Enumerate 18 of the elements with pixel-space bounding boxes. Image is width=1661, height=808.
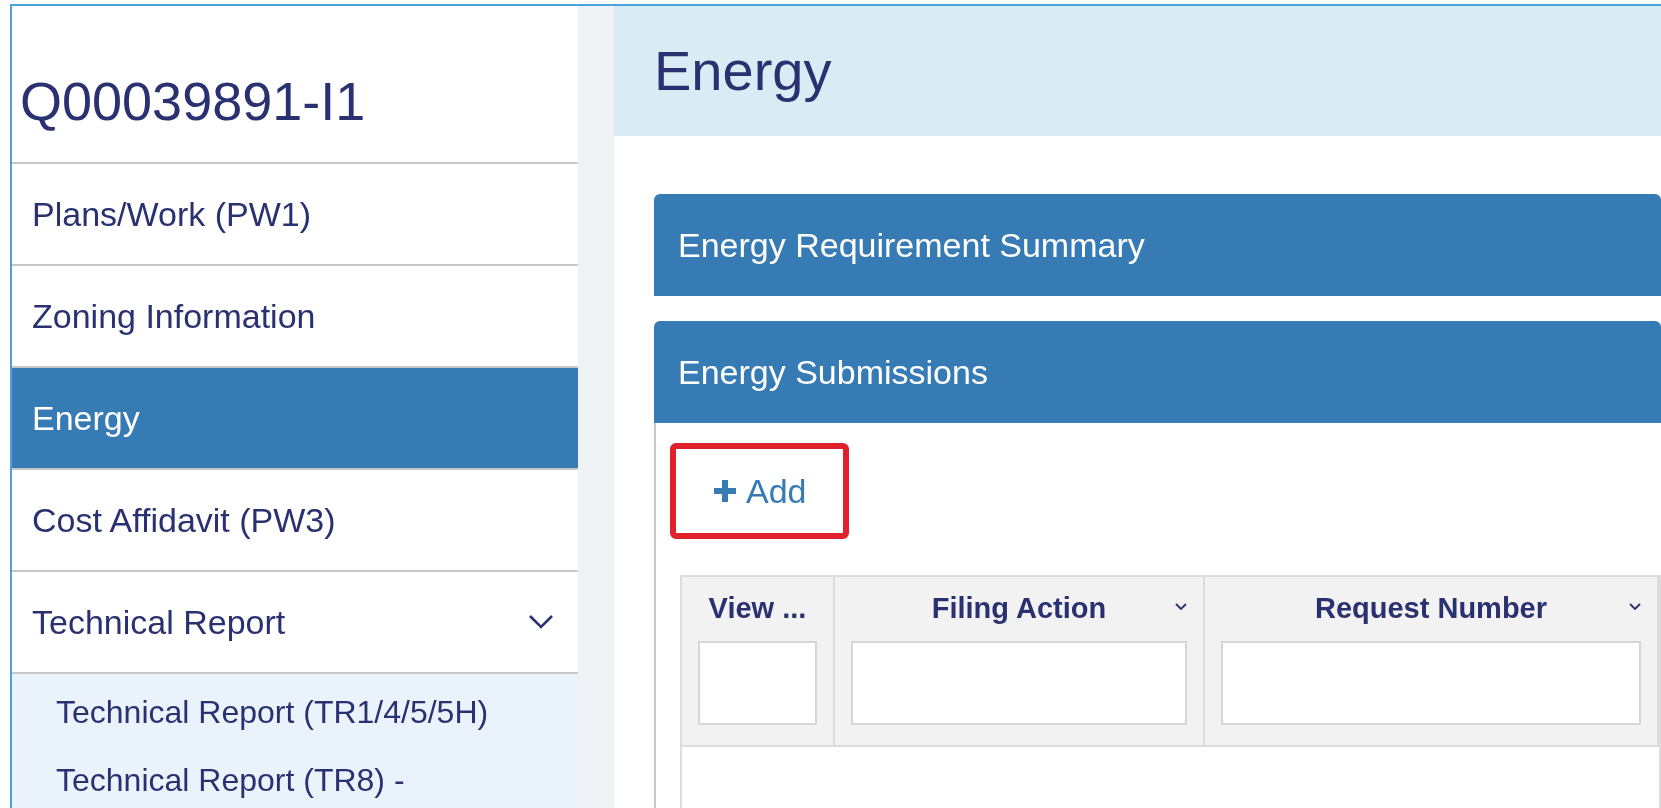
chevron-down-icon[interactable] [1629, 603, 1641, 611]
sidebar-subitem[interactable]: Technical Report (TR1/4/5/5H) [12, 678, 578, 746]
column-header[interactable]: Filing Action [931, 587, 1107, 631]
filter-field[interactable] [851, 641, 1187, 725]
page-title: Energy [654, 38, 832, 104]
filter-field[interactable] [698, 641, 817, 725]
sidebar-item[interactable]: Energy [12, 368, 578, 470]
filter-field[interactable] [1221, 641, 1641, 725]
add-button[interactable]: Add [670, 443, 849, 539]
record-title: Q00039891-I1 [20, 70, 366, 133]
plus-icon [712, 478, 738, 504]
panel-header[interactable]: Energy Submissions [654, 321, 1661, 423]
column-header[interactable]: Request Number [1314, 587, 1547, 631]
panel-header[interactable]: Energy Requirement Summary [654, 194, 1661, 296]
chevron-down-icon[interactable] [1175, 603, 1187, 611]
chevron-down-icon[interactable] [528, 614, 554, 630]
column-header[interactable]: View ... [708, 587, 807, 631]
sidebar-subitem[interactable]: Technical Report (TR8) - [12, 746, 578, 808]
